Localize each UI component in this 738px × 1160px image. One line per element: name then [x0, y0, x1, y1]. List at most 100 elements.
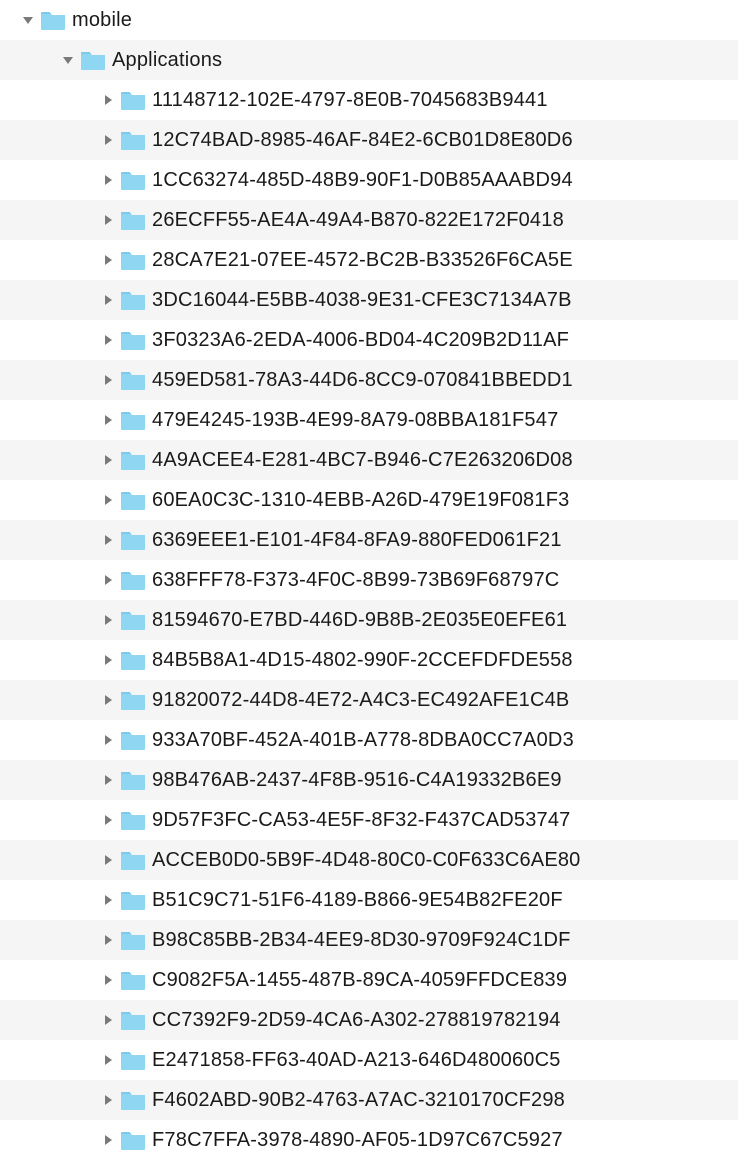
tree-row[interactable]: 60EA0C3C-1310-4EBB-A26D-479E19F081F3	[0, 480, 738, 520]
folder-label: 933A70BF-452A-401B-A778-8DBA0CC7A0D3	[152, 729, 574, 752]
tree-row[interactable]: F78C7FFA-3978-4890-AF05-1D97C67C5927	[0, 1120, 738, 1160]
folder-label: 28CA7E21-07EE-4572-BC2B-B33526F6CA5E	[152, 249, 573, 272]
disclosure-triangle-collapsed-icon[interactable]	[100, 492, 116, 508]
folder-label: 81594670-E7BD-446D-9B8B-2E035E0EFE61	[152, 609, 567, 632]
folder-icon	[120, 689, 146, 711]
folder-icon	[120, 889, 146, 911]
folder-label: 3F0323A6-2EDA-4006-BD04-4C209B2D11AF	[152, 329, 569, 352]
disclosure-triangle-expanded-icon[interactable]	[60, 52, 76, 68]
folder-icon	[120, 609, 146, 631]
folder-icon	[120, 89, 146, 111]
folder-icon	[120, 929, 146, 951]
disclosure-triangle-collapsed-icon[interactable]	[100, 532, 116, 548]
tree-row[interactable]: mobile	[0, 0, 738, 40]
tree-row[interactable]: 4A9ACEE4-E281-4BC7-B946-C7E263206D08	[0, 440, 738, 480]
disclosure-triangle-expanded-icon[interactable]	[20, 12, 36, 28]
disclosure-triangle-collapsed-icon[interactable]	[100, 252, 116, 268]
tree-row[interactable]: B98C85BB-2B34-4EE9-8D30-9709F924C1DF	[0, 920, 738, 960]
disclosure-triangle-collapsed-icon[interactable]	[100, 1132, 116, 1148]
folder-icon	[120, 369, 146, 391]
folder-label: 91820072-44D8-4E72-A4C3-EC492AFE1C4B	[152, 689, 569, 712]
folder-icon	[120, 809, 146, 831]
disclosure-triangle-collapsed-icon[interactable]	[100, 932, 116, 948]
folder-label: B51C9C71-51F6-4189-B866-9E54B82FE20F	[152, 889, 563, 912]
tree-row[interactable]: 84B5B8A1-4D15-4802-990F-2CCEFDFDE558	[0, 640, 738, 680]
disclosure-triangle-collapsed-icon[interactable]	[100, 732, 116, 748]
disclosure-triangle-collapsed-icon[interactable]	[100, 412, 116, 428]
folder-label: Applications	[112, 49, 222, 72]
disclosure-triangle-collapsed-icon[interactable]	[100, 812, 116, 828]
folder-icon	[80, 49, 106, 71]
disclosure-triangle-collapsed-icon[interactable]	[100, 132, 116, 148]
disclosure-triangle-collapsed-icon[interactable]	[100, 332, 116, 348]
disclosure-triangle-collapsed-icon[interactable]	[100, 92, 116, 108]
folder-icon	[120, 729, 146, 751]
folder-label: B98C85BB-2B34-4EE9-8D30-9709F924C1DF	[152, 929, 571, 952]
tree-row[interactable]: F4602ABD-90B2-4763-A7AC-3210170CF298	[0, 1080, 738, 1120]
tree-row[interactable]: 459ED581-78A3-44D6-8CC9-070841BBEDD1	[0, 360, 738, 400]
folder-icon	[120, 1089, 146, 1111]
folder-label: 60EA0C3C-1310-4EBB-A26D-479E19F081F3	[152, 489, 569, 512]
folder-icon	[120, 129, 146, 151]
folder-label: E2471858-FF63-40AD-A213-646D480060C5	[152, 1049, 561, 1072]
folder-label: 1CC63274-485D-48B9-90F1-D0B85AAABD94	[152, 169, 573, 192]
folder-label: 459ED581-78A3-44D6-8CC9-070841BBEDD1	[152, 369, 573, 392]
folder-icon	[120, 329, 146, 351]
disclosure-triangle-collapsed-icon[interactable]	[100, 852, 116, 868]
tree-row[interactable]: 1CC63274-485D-48B9-90F1-D0B85AAABD94	[0, 160, 738, 200]
tree-row[interactable]: 933A70BF-452A-401B-A778-8DBA0CC7A0D3	[0, 720, 738, 760]
folder-icon	[120, 769, 146, 791]
tree-row[interactable]: Applications	[0, 40, 738, 80]
disclosure-triangle-collapsed-icon[interactable]	[100, 172, 116, 188]
folder-label: 6369EEE1-E101-4F84-8FA9-880FED061F21	[152, 529, 562, 552]
folder-label: 98B476AB-2437-4F8B-9516-C4A19332B6E9	[152, 769, 562, 792]
tree-row[interactable]: B51C9C71-51F6-4189-B866-9E54B82FE20F	[0, 880, 738, 920]
folder-icon	[120, 289, 146, 311]
disclosure-triangle-collapsed-icon[interactable]	[100, 212, 116, 228]
tree-row[interactable]: 3DC16044-E5BB-4038-9E31-CFE3C7134A7B	[0, 280, 738, 320]
tree-row[interactable]: 12C74BAD-8985-46AF-84E2-6CB01D8E80D6	[0, 120, 738, 160]
folder-icon	[120, 1129, 146, 1151]
folder-icon	[120, 449, 146, 471]
disclosure-triangle-collapsed-icon[interactable]	[100, 572, 116, 588]
folder-label: 12C74BAD-8985-46AF-84E2-6CB01D8E80D6	[152, 129, 573, 152]
tree-row[interactable]: C9082F5A-1455-487B-89CA-4059FFDCE839	[0, 960, 738, 1000]
disclosure-triangle-collapsed-icon[interactable]	[100, 972, 116, 988]
tree-row[interactable]: ACCEB0D0-5B9F-4D48-80C0-C0F633C6AE80	[0, 840, 738, 880]
folder-icon	[120, 1049, 146, 1071]
folder-icon	[120, 169, 146, 191]
disclosure-triangle-collapsed-icon[interactable]	[100, 772, 116, 788]
tree-row[interactable]: 91820072-44D8-4E72-A4C3-EC492AFE1C4B	[0, 680, 738, 720]
tree-row[interactable]: 9D57F3FC-CA53-4E5F-8F32-F437CAD53747	[0, 800, 738, 840]
tree-row[interactable]: 6369EEE1-E101-4F84-8FA9-880FED061F21	[0, 520, 738, 560]
disclosure-triangle-collapsed-icon[interactable]	[100, 1092, 116, 1108]
folder-label: ACCEB0D0-5B9F-4D48-80C0-C0F633C6AE80	[152, 849, 581, 872]
disclosure-triangle-collapsed-icon[interactable]	[100, 1012, 116, 1028]
folder-icon	[120, 529, 146, 551]
tree-row[interactable]: 28CA7E21-07EE-4572-BC2B-B33526F6CA5E	[0, 240, 738, 280]
tree-row[interactable]: 3F0323A6-2EDA-4006-BD04-4C209B2D11AF	[0, 320, 738, 360]
folder-label: 4A9ACEE4-E281-4BC7-B946-C7E263206D08	[152, 449, 573, 472]
folder-label: CC7392F9-2D59-4CA6-A302-278819782194	[152, 1009, 561, 1032]
folder-icon	[120, 649, 146, 671]
tree-row[interactable]: 98B476AB-2437-4F8B-9516-C4A19332B6E9	[0, 760, 738, 800]
disclosure-triangle-collapsed-icon[interactable]	[100, 1052, 116, 1068]
tree-row[interactable]: 479E4245-193B-4E99-8A79-08BBA181F547	[0, 400, 738, 440]
disclosure-triangle-collapsed-icon[interactable]	[100, 372, 116, 388]
folder-label: 26ECFF55-AE4A-49A4-B870-822E172F0418	[152, 209, 564, 232]
folder-icon	[40, 9, 66, 31]
disclosure-triangle-collapsed-icon[interactable]	[100, 292, 116, 308]
tree-row[interactable]: 11148712-102E-4797-8E0B-7045683B9441	[0, 80, 738, 120]
tree-row[interactable]: CC7392F9-2D59-4CA6-A302-278819782194	[0, 1000, 738, 1040]
tree-row[interactable]: 26ECFF55-AE4A-49A4-B870-822E172F0418	[0, 200, 738, 240]
tree-row[interactable]: 81594670-E7BD-446D-9B8B-2E035E0EFE61	[0, 600, 738, 640]
disclosure-triangle-collapsed-icon[interactable]	[100, 452, 116, 468]
tree-row[interactable]: E2471858-FF63-40AD-A213-646D480060C5	[0, 1040, 738, 1080]
tree-row[interactable]: 638FFF78-F373-4F0C-8B99-73B69F68797C	[0, 560, 738, 600]
folder-icon	[120, 1009, 146, 1031]
disclosure-triangle-collapsed-icon[interactable]	[100, 612, 116, 628]
disclosure-triangle-collapsed-icon[interactable]	[100, 692, 116, 708]
disclosure-triangle-collapsed-icon[interactable]	[100, 652, 116, 668]
folder-icon	[120, 249, 146, 271]
disclosure-triangle-collapsed-icon[interactable]	[100, 892, 116, 908]
